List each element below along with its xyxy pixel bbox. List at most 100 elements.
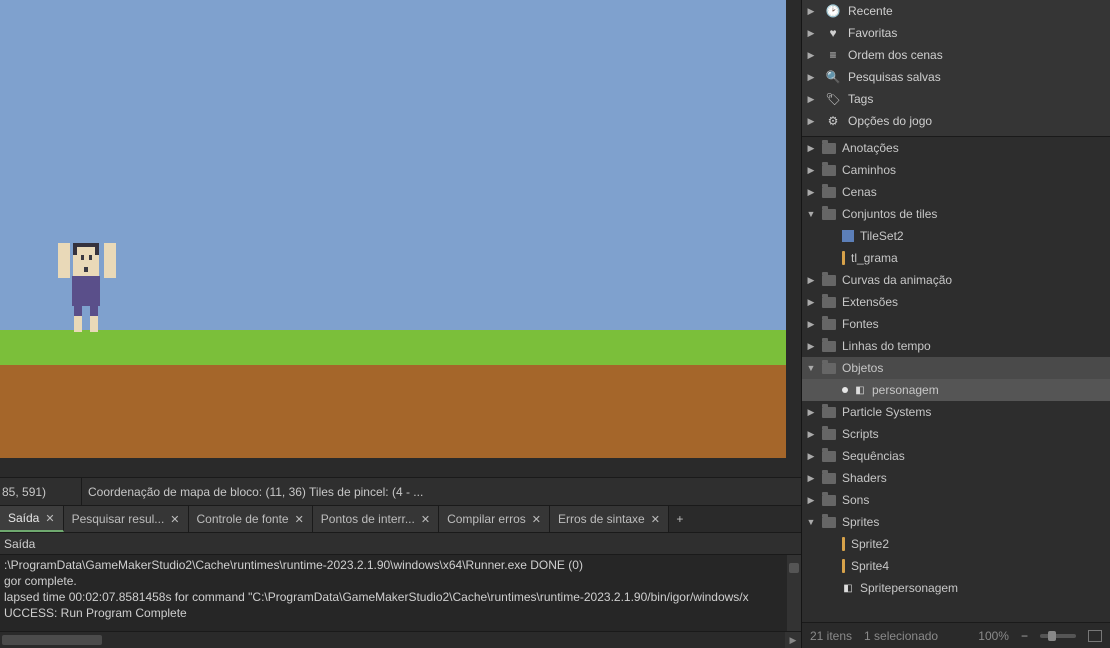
expand-arrow-icon[interactable] bbox=[806, 517, 816, 527]
quick-access-item[interactable]: 🕑Recente bbox=[802, 0, 1110, 22]
sprite-strip-icon bbox=[842, 251, 845, 265]
close-icon[interactable]: ✕ bbox=[170, 513, 179, 526]
output-tab[interactable]: Controle de fonte ✕ bbox=[189, 506, 313, 532]
output-tab[interactable]: Erros de sintaxe✕ bbox=[550, 506, 669, 532]
folder-label: Linhas do tempo bbox=[842, 339, 931, 353]
expand-arrow-icon[interactable] bbox=[806, 50, 816, 61]
asset-folder[interactable]: Particle Systems bbox=[802, 401, 1110, 423]
asset-folder[interactable]: Objetos bbox=[802, 357, 1110, 379]
asset-folder[interactable]: Shaders bbox=[802, 467, 1110, 489]
expand-arrow-icon[interactable] bbox=[806, 143, 816, 154]
close-icon[interactable]: ✕ bbox=[45, 512, 54, 525]
dirt-layer bbox=[0, 365, 786, 458]
asset-folder[interactable]: Fontes bbox=[802, 313, 1110, 335]
output-log[interactable]: :\ProgramData\GameMakerStudio2\Cache\run… bbox=[0, 555, 801, 631]
scroll-right-arrow-icon[interactable]: ▶ bbox=[785, 632, 801, 648]
close-icon[interactable]: ✕ bbox=[532, 513, 541, 526]
folder-label: Scripts bbox=[842, 427, 879, 441]
folder-icon bbox=[822, 275, 836, 286]
expand-arrow-icon[interactable] bbox=[806, 116, 816, 127]
expand-arrow-icon[interactable] bbox=[806, 275, 816, 286]
expand-arrow-icon[interactable] bbox=[806, 165, 816, 176]
expand-arrow-icon[interactable] bbox=[806, 473, 816, 484]
close-icon[interactable]: ✕ bbox=[295, 513, 304, 526]
expand-arrow-icon[interactable] bbox=[806, 297, 816, 308]
quick-access-item[interactable]: 🔍Pesquisas salvas bbox=[802, 66, 1110, 88]
folder-icon bbox=[822, 187, 836, 198]
close-icon[interactable]: ✕ bbox=[421, 513, 430, 526]
asset-folder[interactable]: Curvas da animação bbox=[802, 269, 1110, 291]
expand-arrow-icon[interactable] bbox=[806, 72, 816, 83]
asset-item[interactable]: Sprite2 bbox=[802, 533, 1110, 555]
asset-browser[interactable]: AnotaçõesCaminhosCenas Conjuntos de tiles… bbox=[802, 137, 1110, 622]
expand-arrow-icon[interactable] bbox=[806, 363, 816, 373]
output-scrollbar-vertical[interactable] bbox=[787, 555, 801, 631]
expand-arrow-icon[interactable] bbox=[806, 429, 816, 440]
asset-folder[interactable]: Linhas do tempo bbox=[802, 335, 1110, 357]
asset-folder[interactable]: Sons bbox=[802, 489, 1110, 511]
asset-item[interactable]: TileSet2 bbox=[802, 225, 1110, 247]
quick-access-item[interactable]: ⚙Opções do jogo bbox=[802, 110, 1110, 132]
zoom-out-icon[interactable]: − bbox=[1021, 629, 1028, 643]
expand-arrow-icon[interactable] bbox=[806, 495, 816, 506]
status-bar: 85, 591) Coordenação de mapa de bloco: (… bbox=[0, 477, 801, 505]
clock-icon: 🕑 bbox=[826, 4, 840, 18]
view-mode-toggle[interactable] bbox=[1088, 630, 1102, 642]
output-scrollbar-horizontal[interactable]: ▶ bbox=[0, 631, 801, 648]
sprite-strip-icon bbox=[842, 537, 845, 551]
asset-folder[interactable]: Sprites bbox=[802, 511, 1110, 533]
heart-icon: ♥ bbox=[826, 26, 840, 40]
folder-icon bbox=[822, 143, 836, 154]
output-tab[interactable]: Pontos de interr... ✕ bbox=[313, 506, 439, 532]
cursor-coords: 85, 591) bbox=[0, 478, 82, 505]
folder-label: Sequências bbox=[842, 449, 905, 463]
asset-folder[interactable]: Scripts bbox=[802, 423, 1110, 445]
folder-icon bbox=[822, 495, 836, 506]
asset-label: Spritepersonagem bbox=[860, 581, 958, 595]
asset-folder[interactable]: Anotações bbox=[802, 137, 1110, 159]
output-tab[interactable]: Compilar erros ✕ bbox=[439, 506, 550, 532]
tab-label: Controle de fonte bbox=[197, 512, 289, 526]
asset-folder[interactable]: Extensões bbox=[802, 291, 1110, 313]
item-count: 21 itens bbox=[810, 629, 852, 643]
expand-arrow-icon[interactable] bbox=[806, 341, 816, 352]
asset-folder[interactable]: Conjuntos de tiles bbox=[802, 203, 1110, 225]
expand-arrow-icon[interactable] bbox=[806, 28, 816, 39]
asset-item[interactable]: Sprite4 bbox=[802, 555, 1110, 577]
tab-label: Compilar erros bbox=[447, 512, 526, 526]
quick-access-item[interactable]: ♥ Favoritas bbox=[802, 22, 1110, 44]
folder-label: Conjuntos de tiles bbox=[842, 207, 937, 221]
expand-arrow-icon[interactable] bbox=[806, 209, 816, 219]
expand-arrow-icon[interactable] bbox=[806, 6, 816, 17]
zoom-slider[interactable] bbox=[1040, 634, 1076, 638]
expand-arrow-icon[interactable] bbox=[806, 451, 816, 462]
expand-arrow-icon[interactable] bbox=[806, 407, 816, 418]
sprite-strip-icon bbox=[842, 559, 845, 573]
tileset-icon bbox=[842, 230, 854, 242]
output-tab-bar: Saída✕Pesquisar resul...✕Controle de fon… bbox=[0, 505, 801, 533]
order-icon: ≡ bbox=[826, 48, 840, 62]
folder-icon bbox=[822, 407, 836, 418]
room-viewport[interactable] bbox=[0, 0, 801, 477]
asset-folder[interactable]: Sequências bbox=[802, 445, 1110, 467]
add-tab-button[interactable]: + bbox=[669, 506, 691, 532]
output-line: gor complete. bbox=[4, 573, 797, 589]
output-tab[interactable]: Saída✕ bbox=[0, 506, 64, 532]
quick-access-label: Favoritas bbox=[848, 26, 897, 40]
tag-icon: 🏷 bbox=[826, 92, 840, 106]
tab-label: Pontos de interr... bbox=[321, 512, 415, 526]
close-icon[interactable]: ✕ bbox=[651, 513, 660, 526]
quick-access-item[interactable]: 🏷Tags bbox=[802, 88, 1110, 110]
folder-icon bbox=[822, 429, 836, 440]
asset-folder[interactable]: Cenas bbox=[802, 181, 1110, 203]
output-tab[interactable]: Pesquisar resul...✕ bbox=[64, 506, 189, 532]
asset-item[interactable]: ◧personagem bbox=[802, 379, 1110, 401]
expand-arrow-icon[interactable] bbox=[806, 187, 816, 198]
asset-folder[interactable]: Caminhos bbox=[802, 159, 1110, 181]
asset-item[interactable]: ◧Spritepersonagem bbox=[802, 577, 1110, 599]
asset-item[interactable]: tl_grama bbox=[802, 247, 1110, 269]
expand-arrow-icon[interactable] bbox=[806, 319, 816, 330]
expand-arrow-icon[interactable] bbox=[806, 94, 816, 105]
folder-label: Particle Systems bbox=[842, 405, 931, 419]
quick-access-item[interactable]: ≡Ordem dos cenas bbox=[802, 44, 1110, 66]
